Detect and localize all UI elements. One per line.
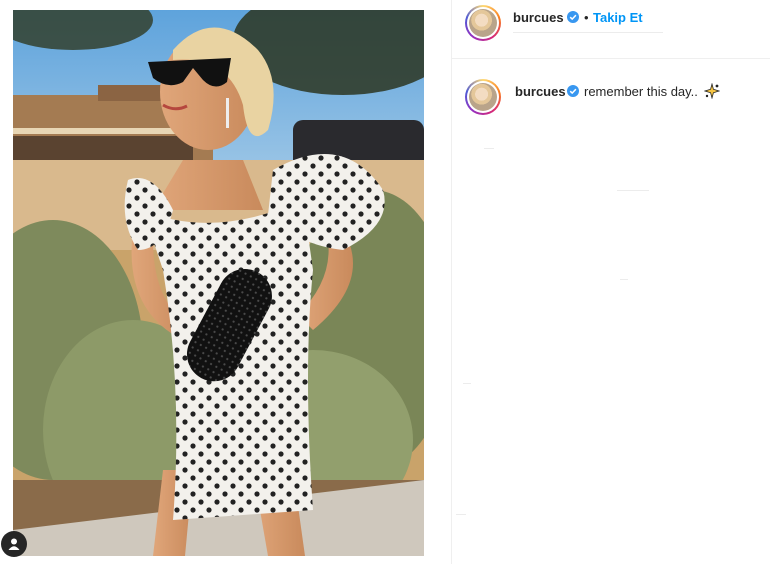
caption-avatar[interactable] (465, 79, 501, 115)
sparkle-icon (704, 83, 720, 99)
follow-separator: • (584, 10, 589, 25)
panel-divider (451, 0, 452, 564)
verified-badge-icon (567, 85, 579, 97)
faint-mark (620, 279, 628, 280)
caption-text: remember this day.. (584, 84, 698, 99)
author-avatar[interactable] (465, 5, 501, 41)
faint-mark (463, 383, 471, 384)
caption-username[interactable]: burcues (515, 84, 566, 99)
faint-mark (456, 514, 466, 515)
user-silhouette-icon (8, 538, 20, 550)
faint-mark (484, 148, 494, 149)
post-photo-illustration (13, 10, 424, 556)
verified-badge-icon (567, 11, 579, 23)
faint-line (513, 32, 663, 33)
post-photo[interactable] (13, 10, 424, 556)
user-tag-icon[interactable] (1, 531, 27, 557)
faint-mark (617, 190, 649, 191)
follow-button[interactable]: Takip Et (593, 10, 643, 25)
header-divider (452, 58, 770, 59)
author-username[interactable]: burcues (513, 10, 564, 25)
